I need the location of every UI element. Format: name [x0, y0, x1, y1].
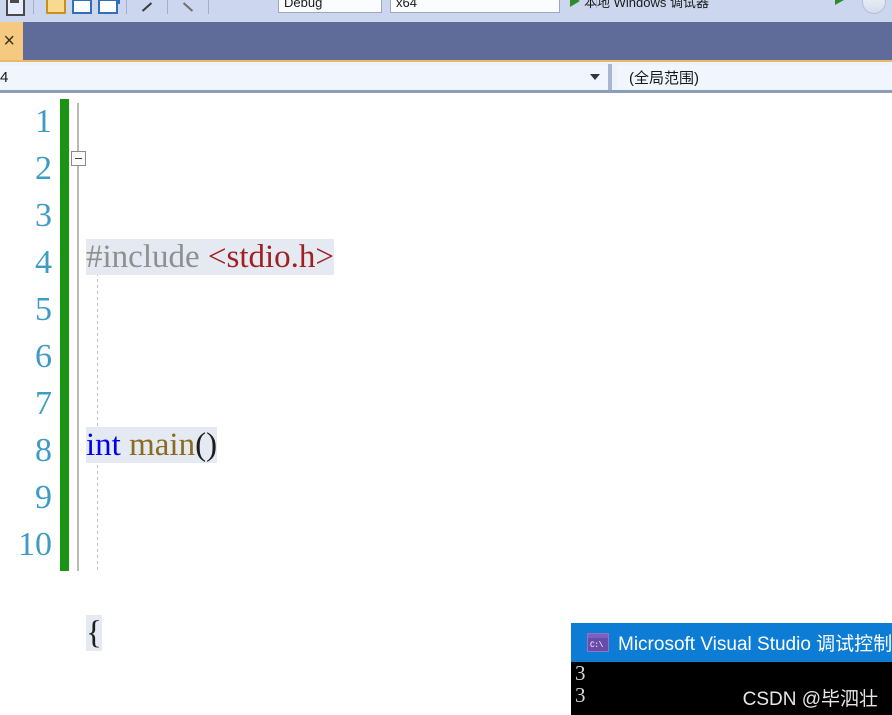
play-icon — [570, 0, 580, 7]
navbar-divider — [608, 64, 612, 90]
main-toolbar: Debug x64 本地 Windows 调试器 — [0, 0, 892, 22]
console-output-line: 3 — [575, 661, 586, 685]
editor-navigation-bar: 4 (全局范围) — [0, 62, 892, 92]
console-title-bar[interactable]: C:\ Microsoft Visual Studio 调试控制 — [571, 623, 892, 662]
window-split-icon[interactable] — [93, 0, 120, 18]
console-title-text: Microsoft Visual Studio 调试控制 — [618, 634, 892, 655]
line-number: 1 — [35, 103, 52, 140]
toolbar-separator-3 — [167, 0, 168, 14]
visual-studio-window: Debug x64 本地 Windows 调试器 × 4 (全局范围) 1 2 — [0, 0, 892, 715]
start-debugging-button[interactable]: 本地 Windows 调试器 — [570, 0, 709, 13]
solution-platform-combo[interactable]: x64 — [390, 0, 560, 13]
punctuation-token: () — [195, 427, 218, 463]
include-path-token: <stdio.h> — [207, 239, 335, 275]
line-number: 6 — [35, 338, 52, 375]
code-text-area[interactable]: #include <stdio.h> int main() { int len … — [86, 93, 505, 715]
collapse-region-toggle[interactable] — [71, 151, 86, 166]
toolbar-separator-2 — [126, 0, 127, 14]
redo-icon[interactable] — [175, 0, 201, 18]
toolbar-overflow-button[interactable] — [862, 0, 886, 14]
line-number: 2 — [35, 150, 52, 187]
console-icon: C:\ — [587, 633, 609, 652]
toolbar-icon-group — [0, 0, 216, 22]
keyword-token: int — [86, 427, 121, 463]
csdn-watermark: CSDN @毕泗壮 — [742, 689, 878, 710]
chevron-down-icon — [590, 74, 600, 80]
console-output-area[interactable]: 3 3 CSDN @毕泗壮 — [571, 662, 892, 715]
line-number: 9 — [35, 479, 52, 516]
outlining-rail — [77, 103, 79, 571]
save-icon[interactable] — [0, 0, 26, 18]
line-number: 4 — [35, 244, 52, 281]
toolbar-separator-4 — [208, 0, 209, 14]
active-document-tab[interactable]: × — [0, 22, 23, 60]
close-icon[interactable]: × — [3, 31, 15, 51]
preprocessor-token: #include — [86, 239, 208, 275]
solution-configuration-combo[interactable]: Debug — [278, 0, 382, 13]
line-number: 7 — [35, 385, 52, 422]
line-number: 5 — [35, 291, 52, 328]
function-name-token: main — [129, 427, 196, 463]
line-number-gutter: 1 2 3 4 5 6 7 8 9 10 — [0, 93, 56, 715]
code-line-3[interactable]: { — [86, 610, 505, 657]
code-line-1[interactable]: #include <stdio.h> — [86, 234, 505, 281]
console-icon-text: C:\ — [590, 641, 603, 650]
member-dropdown[interactable]: 4 — [0, 65, 608, 89]
play-icon-secondary[interactable] — [835, 0, 844, 5]
line-number: 10 — [18, 526, 52, 563]
scope-dropdown[interactable]: (全局范围) — [617, 65, 892, 89]
save-all-icon[interactable] — [41, 0, 67, 18]
scope-dropdown-value: (全局范围) — [629, 69, 699, 87]
code-line-2[interactable]: int main() — [86, 422, 505, 469]
open-brace-token: { — [86, 615, 102, 651]
debug-console-window[interactable]: C:\ Microsoft Visual Studio 调试控制 3 3 CSD… — [571, 623, 892, 715]
line-number: 3 — [35, 197, 52, 234]
document-tab-strip: × — [0, 22, 892, 62]
line-number: 8 — [35, 432, 52, 469]
code-editor[interactable]: 1 2 3 4 5 6 7 8 9 10 #include <stdio.h> … — [0, 93, 892, 715]
change-indicator-bar — [60, 99, 69, 571]
window-icon[interactable] — [67, 0, 93, 18]
member-dropdown-value: 4 — [0, 68, 9, 86]
undo-icon[interactable] — [134, 0, 160, 18]
toolbar-separator-1 — [33, 0, 34, 14]
start-debugging-label: 本地 Windows 调试器 — [584, 0, 709, 10]
